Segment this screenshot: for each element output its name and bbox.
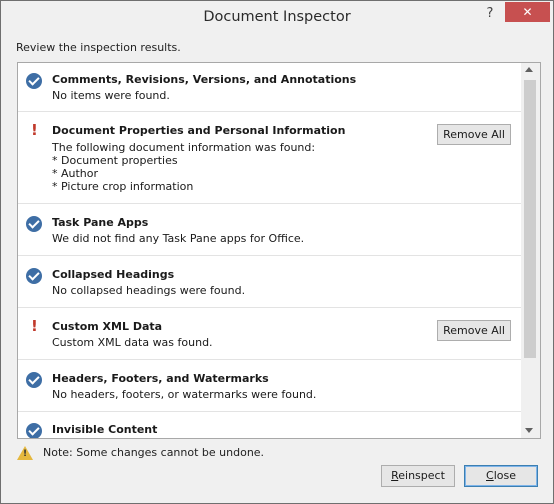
result-item-headers-footers: Headers, Footers, and Watermarks No head…: [18, 360, 521, 412]
inspection-results-list: Comments, Revisions, Versions, and Annot…: [17, 62, 541, 439]
instruction-text: Review the inspection results.: [16, 41, 181, 54]
remove-all-document-properties-button[interactable]: Remove All: [437, 124, 511, 145]
result-title: Custom XML Data: [52, 320, 163, 333]
reinspect-label: einspect: [398, 469, 445, 482]
close-label: lose: [493, 469, 516, 482]
result-title: Collapsed Headings: [52, 268, 175, 281]
result-item-invisible-content: Invisible Content: [18, 412, 521, 438]
result-title: Document Properties and Personal Informa…: [52, 124, 346, 137]
check-icon: [26, 423, 42, 438]
vertical-scrollbar[interactable]: [521, 63, 540, 438]
result-description: No headers, footers, or watermarks were …: [52, 388, 317, 401]
result-item-custom-xml: ! Custom XML Data Custom XML data was fo…: [18, 308, 521, 360]
check-icon: [26, 216, 42, 232]
result-description: We did not find any Task Pane apps for O…: [52, 232, 305, 245]
result-item-comments: Comments, Revisions, Versions, and Annot…: [18, 63, 521, 112]
warning-icon: !: [31, 121, 38, 139]
result-description: * Picture crop information: [52, 180, 194, 193]
result-title: Invisible Content: [52, 423, 158, 436]
result-description: No items were found.: [52, 89, 170, 102]
reinspect-button[interactable]: Reinspect: [381, 465, 455, 487]
check-icon: [26, 73, 42, 89]
result-item-collapsed-headings: Collapsed Headings No collapsed headings…: [18, 256, 521, 308]
result-description: * Document properties: [52, 154, 178, 167]
title-bar: Document Inspector ? ✕: [1, 1, 553, 34]
scroll-down-arrow-icon[interactable]: [525, 428, 533, 433]
result-description: * Author: [52, 167, 99, 180]
close-window-button[interactable]: ✕: [505, 2, 550, 22]
warning-triangle-mark: !: [23, 449, 28, 459]
document-inspector-dialog: Document Inspector ? ✕ Review the inspec…: [0, 0, 554, 504]
close-button[interactable]: Close: [464, 465, 538, 487]
result-title: Comments, Revisions, Versions, and Annot…: [52, 73, 357, 86]
results-viewport: Comments, Revisions, Versions, and Annot…: [18, 63, 521, 438]
scroll-up-arrow-icon[interactable]: [525, 67, 533, 72]
window-title: Document Inspector: [203, 9, 351, 25]
result-item-document-properties: ! Document Properties and Personal Infor…: [18, 112, 521, 204]
warning-icon: !: [31, 317, 38, 335]
result-title: Task Pane Apps: [52, 216, 149, 229]
note-text: Note: Some changes cannot be undone.: [43, 446, 265, 459]
remove-all-custom-xml-button[interactable]: Remove All: [437, 320, 511, 341]
scrollbar-thumb[interactable]: [524, 80, 536, 358]
result-description: The following document information was f…: [52, 141, 316, 154]
check-icon: [26, 372, 42, 388]
result-description: Custom XML data was found.: [52, 336, 213, 349]
close-mnemonic: C: [486, 469, 494, 482]
result-description: No collapsed headings were found.: [52, 284, 246, 297]
result-item-task-pane-apps: Task Pane Apps We did not find any Task …: [18, 204, 521, 256]
check-icon: [26, 268, 42, 284]
result-title: Headers, Footers, and Watermarks: [52, 372, 269, 385]
help-icon[interactable]: ?: [482, 5, 498, 23]
